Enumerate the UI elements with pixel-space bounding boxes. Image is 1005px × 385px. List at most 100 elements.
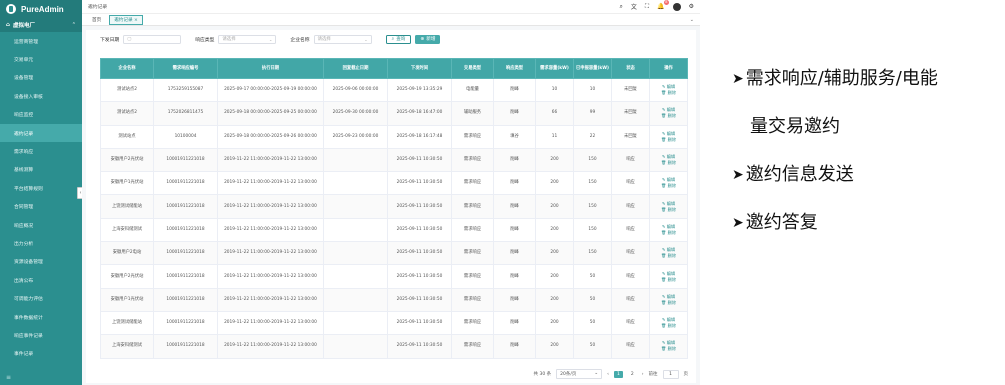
table-cell: 2025-09-11 10:30:50 [387, 147, 452, 173]
table-cell: 上海安科储测试 [100, 217, 154, 243]
delete-button[interactable]: 🗑 删除 [652, 230, 685, 236]
sidebar-group-label: 虚拟电厂 [12, 23, 35, 29]
collapse-menu-icon[interactable]: ≡ [6, 374, 11, 381]
table-cell: 200 [535, 217, 574, 243]
edit-label: 编辑 [666, 270, 676, 276]
response-type-select[interactable]: 请选择 ⌄ [218, 34, 277, 44]
table-cell: 响应 [611, 287, 650, 312]
page-1[interactable]: 1 [613, 370, 623, 378]
actions-cell: ✎ 编辑 🗑 删除 [649, 264, 688, 289]
table-cell [323, 171, 388, 196]
breadcrumb[interactable]: 邀约记录 [88, 3, 107, 10]
table-row: 安徽用户1光伏站 10001911221018 2019-11-22 11:00:0… [100, 171, 688, 196]
sidebar-item[interactable]: 邀约记录 [0, 123, 82, 143]
actions-cell: ✎ 编辑 🗑 删除 [649, 310, 688, 336]
table-cell: 削峰 [493, 310, 536, 336]
sidebar-item[interactable]: 响应监控 [0, 106, 82, 124]
sidebar-item[interactable]: 合同管理 [0, 198, 82, 216]
gear-icon[interactable]: ⚙ [689, 3, 694, 10]
company-select[interactable]: 请选择 ⌄ [313, 34, 372, 44]
response-type-placeholder: 请选择 [222, 37, 236, 42]
sidebar-item[interactable]: 设备管理 [0, 69, 82, 87]
sidebar-item[interactable]: 运营商管理 [0, 32, 82, 50]
sidebar-item[interactable]: 需求响应 [0, 142, 82, 160]
table-cell: 10100004 [153, 124, 218, 149]
delete-button[interactable]: 🗑 删除 [652, 160, 685, 166]
column-header: 已申报容量(kW) [573, 58, 612, 79]
annotation-notes: ➤ 需求响应/辅助服务/电能 量交易邀约 ➤ 邀约信息发送 ➤ 邀约答复 [732, 64, 1002, 238]
prev-page-icon[interactable]: ‹ [607, 372, 609, 377]
sidebar-item[interactable]: 出清公布 [0, 271, 82, 289]
table-row: 上海安科储测试 10001911221018 2019-11-22 11:00:00… [100, 217, 688, 243]
delete-button[interactable]: 🗑 删除 [652, 277, 685, 283]
table-cell: 2025-09-11 10:30:50 [387, 171, 452, 196]
sidebar-item[interactable]: 平台结算规则 [0, 179, 82, 197]
column-header: 交易类型 [451, 58, 494, 79]
table-cell: 安徽用户1光伏站 [100, 287, 154, 312]
next-page-icon[interactable]: › [642, 372, 644, 377]
translate-icon[interactable]: 文 [631, 2, 637, 11]
column-header: 操作 [649, 58, 688, 79]
fullscreen-icon[interactable]: ⛶ [645, 3, 649, 11]
search-icon[interactable]: ⌕ [620, 3, 623, 11]
avatar[interactable] [672, 2, 681, 11]
sidebar-item[interactable]: 响应事件记录 [0, 326, 82, 344]
table-cell: 200 [535, 287, 574, 312]
sidebar-item[interactable]: 基线测算 [0, 161, 82, 179]
delete-button[interactable]: 🗑 删除 [652, 113, 685, 119]
logo[interactable]: PureAdmin [0, 0, 82, 18]
sidebar-item[interactable]: 可调能力评估 [0, 289, 82, 307]
sidebar-item[interactable]: 出力分析 [0, 234, 82, 252]
delete-button[interactable]: 🗑 删除 [652, 137, 685, 143]
table-cell: 未回复 [611, 124, 650, 149]
sidebar-item[interactable]: 交易单元 [0, 50, 82, 68]
goto-input[interactable]: 1 [662, 369, 679, 379]
delete-button[interactable]: 🗑 删除 [652, 207, 685, 213]
sidebar-item[interactable]: 响应概况 [0, 216, 82, 234]
chevron-down-icon: ⌄ [594, 371, 599, 376]
tab-invitation-records[interactable]: 邀约记录 × [109, 14, 143, 25]
sidebar-item[interactable]: 事件数据统计 [0, 308, 82, 326]
trash-icon: 🗑 [660, 253, 668, 259]
pagination: 共 30 条 20条/页 ⌄ ‹ 1 2 › 前往 1 页 [86, 368, 696, 380]
page-2[interactable]: 2 [628, 371, 637, 378]
table-cell: 2025-09-11 10:30:50 [387, 264, 452, 289]
date-picker[interactable]: ▢ [123, 34, 182, 44]
delete-button[interactable]: 🗑 删除 [652, 90, 685, 96]
top-actions: ⌕ 文 ⛶ 🔔 8 ⚙ [620, 0, 700, 11]
query-button[interactable]: ⌕ 查询 [385, 34, 412, 44]
tab-home[interactable]: 首页 [88, 16, 105, 24]
table-cell: 10001911221018 [153, 194, 218, 219]
table-cell: 削峰 [493, 287, 536, 312]
sidebar-item[interactable]: 设备接入审核 [0, 87, 82, 105]
delete-button[interactable]: 🗑 删除 [652, 253, 685, 259]
sidebar-item[interactable]: 资源设备管理 [0, 253, 82, 271]
table-cell [323, 147, 388, 173]
table-cell: 测试站点2 [100, 101, 154, 126]
add-button[interactable]: ⊕ 新增 [415, 34, 441, 44]
table-cell: 削峰 [493, 334, 536, 359]
column-header: 执行日期 [217, 58, 324, 79]
sidebar-item[interactable]: 事件记录 [0, 345, 82, 363]
table-cell: 2019-11-22 11:00:00-2019-11-22 13:00:00 [217, 194, 324, 219]
delete-button[interactable]: 🗑 删除 [652, 183, 685, 189]
table-cell: 需求响应 [451, 264, 494, 289]
sidebar-menu: 运营商管理 交易单元 设备管理 设备接入审核响应监控邀约记录 需求响应 基线测算 平台结算规… [0, 32, 82, 363]
actions-cell: ✎ 编辑 🗑 删除 [649, 171, 688, 196]
sidebar-item-label: 事件数据统计 [14, 315, 43, 321]
delete-button[interactable]: 🗑 删除 [652, 323, 685, 329]
sidebar-group-vpp[interactable]: ⌂ 虚拟电厂 ⌃ [0, 18, 82, 32]
chevron-down-icon[interactable]: ⌄ [690, 17, 694, 23]
delete-button[interactable]: 🗑 删除 [652, 300, 685, 306]
trash-icon: 🗑 [660, 276, 668, 282]
table-cell: 需求响应 [451, 171, 494, 196]
sidebar-item-label: 响应监控 [14, 113, 34, 119]
delete-button[interactable]: 🗑 删除 [652, 346, 685, 352]
table-cell: 测试站点2 [100, 77, 154, 103]
notification-bell[interactable]: 🔔 8 [657, 0, 669, 10]
table-cell [323, 241, 388, 266]
note-text: 邀约信息发送 [745, 164, 854, 185]
table-cell: 2025-09-23 00:00:00 [323, 124, 388, 149]
page-size-select[interactable]: 20条/页 ⌄ [556, 369, 603, 379]
table-cell: 需求响应 [451, 124, 494, 149]
